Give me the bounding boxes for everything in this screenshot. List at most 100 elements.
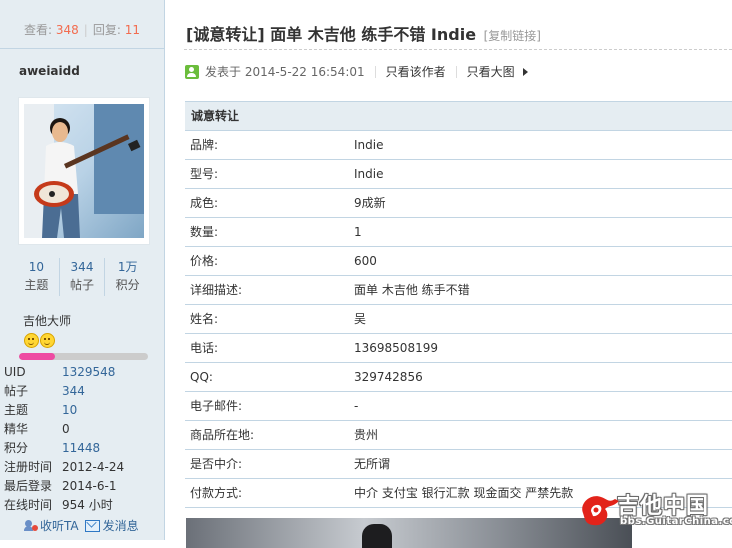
table-row: 电话: 13698508199	[185, 334, 732, 363]
rank-stars	[24, 333, 56, 351]
views-count: 348	[55, 23, 79, 37]
info-key: 最后登录	[4, 479, 53, 493]
info-key: 帖子	[4, 384, 29, 398]
views-label: 查看:	[24, 23, 53, 37]
online-user-icon	[185, 64, 199, 79]
guitar-logo-icon	[582, 496, 619, 526]
follow-button[interactable]: 收听TA	[24, 517, 79, 534]
stat-posts[interactable]: 344 帖子	[60, 258, 106, 296]
stat-credits[interactable]: 1万 积分	[105, 258, 150, 296]
table-row: 电子邮件: -	[185, 392, 732, 421]
row-value: Indie	[354, 138, 384, 152]
author-only-link[interactable]: 只看该作者	[386, 63, 446, 80]
row-value: -	[354, 399, 359, 413]
info-row-topics: 主题 10	[4, 401, 124, 420]
post-content: [诚意转让] 面单 木吉他 练手不错 Indie [复制链接] 发表于 2014…	[165, 0, 732, 540]
row-label: 电话:	[190, 341, 219, 355]
info-key: 积分	[4, 441, 29, 455]
thread-title: [诚意转让] 面单 木吉他 练手不错 Indie [复制链接]	[186, 21, 541, 45]
row-value: 13698508199	[354, 341, 438, 355]
row-label: 品牌:	[190, 138, 219, 152]
info-value[interactable]: 344	[62, 382, 85, 401]
post-timestamp: 发表于 2014-5-22 16:54:01	[205, 65, 365, 79]
info-key: UID	[4, 365, 26, 379]
row-label: 是否中介:	[190, 457, 243, 471]
info-row-credits: 积分 11448	[4, 439, 124, 458]
avatar-photo	[24, 104, 144, 238]
row-label: 型号:	[190, 167, 219, 181]
table-row: 价格: 600	[185, 247, 732, 276]
info-value: 954 小时	[62, 498, 113, 512]
info-value[interactable]: 11448	[62, 439, 100, 458]
smiley-icon	[24, 333, 39, 348]
author-stats: 10 主题 344 帖子 1万 积分	[14, 258, 150, 296]
site-watermark: 吉他中国 bbs.GuitarChina.com	[577, 487, 732, 531]
info-value[interactable]: 10	[62, 401, 77, 420]
post-meta: 发表于 2014-5-22 16:54:01 只看该作者 只看大图	[185, 63, 528, 80]
copy-link-button[interactable]: [复制链接]	[484, 29, 541, 43]
stat-value: 1万	[117, 260, 138, 274]
info-row-last-login: 最后登录 2014-6-1	[4, 477, 124, 496]
row-label: 电子邮件:	[190, 399, 243, 413]
stat-value: 344	[70, 260, 94, 274]
info-key: 主题	[4, 403, 29, 417]
table-row: 是否中介: 无所谓	[185, 450, 732, 479]
table-row: 成色: 9成新	[185, 189, 732, 218]
big-image-link[interactable]: 只看大图	[467, 63, 515, 80]
info-key: 注册时间	[4, 460, 53, 474]
send-message-button[interactable]: 发消息	[84, 517, 139, 534]
title-divider	[184, 49, 732, 50]
row-value: 贵州	[354, 428, 379, 442]
divider	[455, 65, 457, 78]
info-row-digest: 精华 0	[4, 420, 124, 439]
row-value: 面单 木吉他 练手不错	[354, 283, 470, 297]
row-value: 9成新	[354, 196, 386, 210]
replies-count: 11	[124, 23, 140, 37]
row-label: 详细描述:	[190, 283, 243, 297]
stat-value: 10	[28, 260, 44, 274]
arrow-right-icon	[522, 67, 528, 76]
stat-topics[interactable]: 10 主题	[14, 258, 60, 296]
row-label: 商品所在地:	[190, 428, 255, 442]
author-username[interactable]: aweiaidd	[19, 64, 80, 78]
author-sidebar: 查看: 348 | 回复: 11 aweiaidd 10 主题 344 帖子 1…	[0, 0, 165, 540]
table-row: 品牌: Indie	[185, 131, 732, 160]
post-attachment-image[interactable]	[186, 518, 632, 548]
stat-label: 积分	[115, 278, 140, 292]
table-row: 数量: 1	[185, 218, 732, 247]
row-value: 无所谓	[354, 457, 391, 471]
stat-label: 帖子	[70, 278, 95, 292]
table-row: QQ: 329742856	[185, 363, 732, 392]
row-label: 价格:	[190, 254, 219, 268]
level-progress-fill	[19, 353, 56, 360]
author-avatar[interactable]	[18, 97, 150, 245]
table-header: 诚意转让	[185, 101, 732, 131]
info-value[interactable]: 1329548	[62, 363, 115, 382]
info-value: 2012-4-24	[62, 460, 125, 474]
info-value: 0	[62, 422, 70, 436]
divider: |	[83, 23, 88, 37]
info-row-posts: 帖子 344	[4, 382, 124, 401]
row-value: 600	[354, 254, 377, 268]
stat-label: 主题	[24, 278, 49, 292]
table-row: 详细描述: 面单 木吉他 练手不错	[185, 276, 732, 305]
row-label: 付款方式:	[190, 486, 243, 500]
row-value: Indie	[354, 167, 384, 181]
replies-label: 回复:	[92, 23, 121, 37]
envelope-icon	[84, 519, 100, 532]
divider	[374, 65, 376, 78]
send-message-label: 发消息	[102, 519, 139, 533]
author-rank[interactable]: 吉他大师	[23, 312, 71, 329]
row-label: QQ:	[190, 370, 213, 384]
table-row: 型号: Indie	[185, 160, 732, 189]
thread-counts: 查看: 348 | 回复: 11	[0, 0, 164, 49]
row-label: 数量:	[190, 225, 219, 239]
follow-icon	[24, 519, 38, 532]
level-progress-bar	[19, 353, 148, 360]
info-key: 在线时间	[4, 498, 53, 512]
trade-info-table: 诚意转让 品牌: Indie 型号: Indie 成色: 9成新 数量: 1 价格: 60…	[185, 101, 732, 508]
row-label: 成色:	[190, 196, 219, 210]
watermark-url: bbs.GuitarChina.com	[620, 516, 732, 527]
table-row: 姓名: 吴	[185, 305, 732, 334]
info-row-online-time: 在线时间 954 小时	[4, 496, 124, 515]
